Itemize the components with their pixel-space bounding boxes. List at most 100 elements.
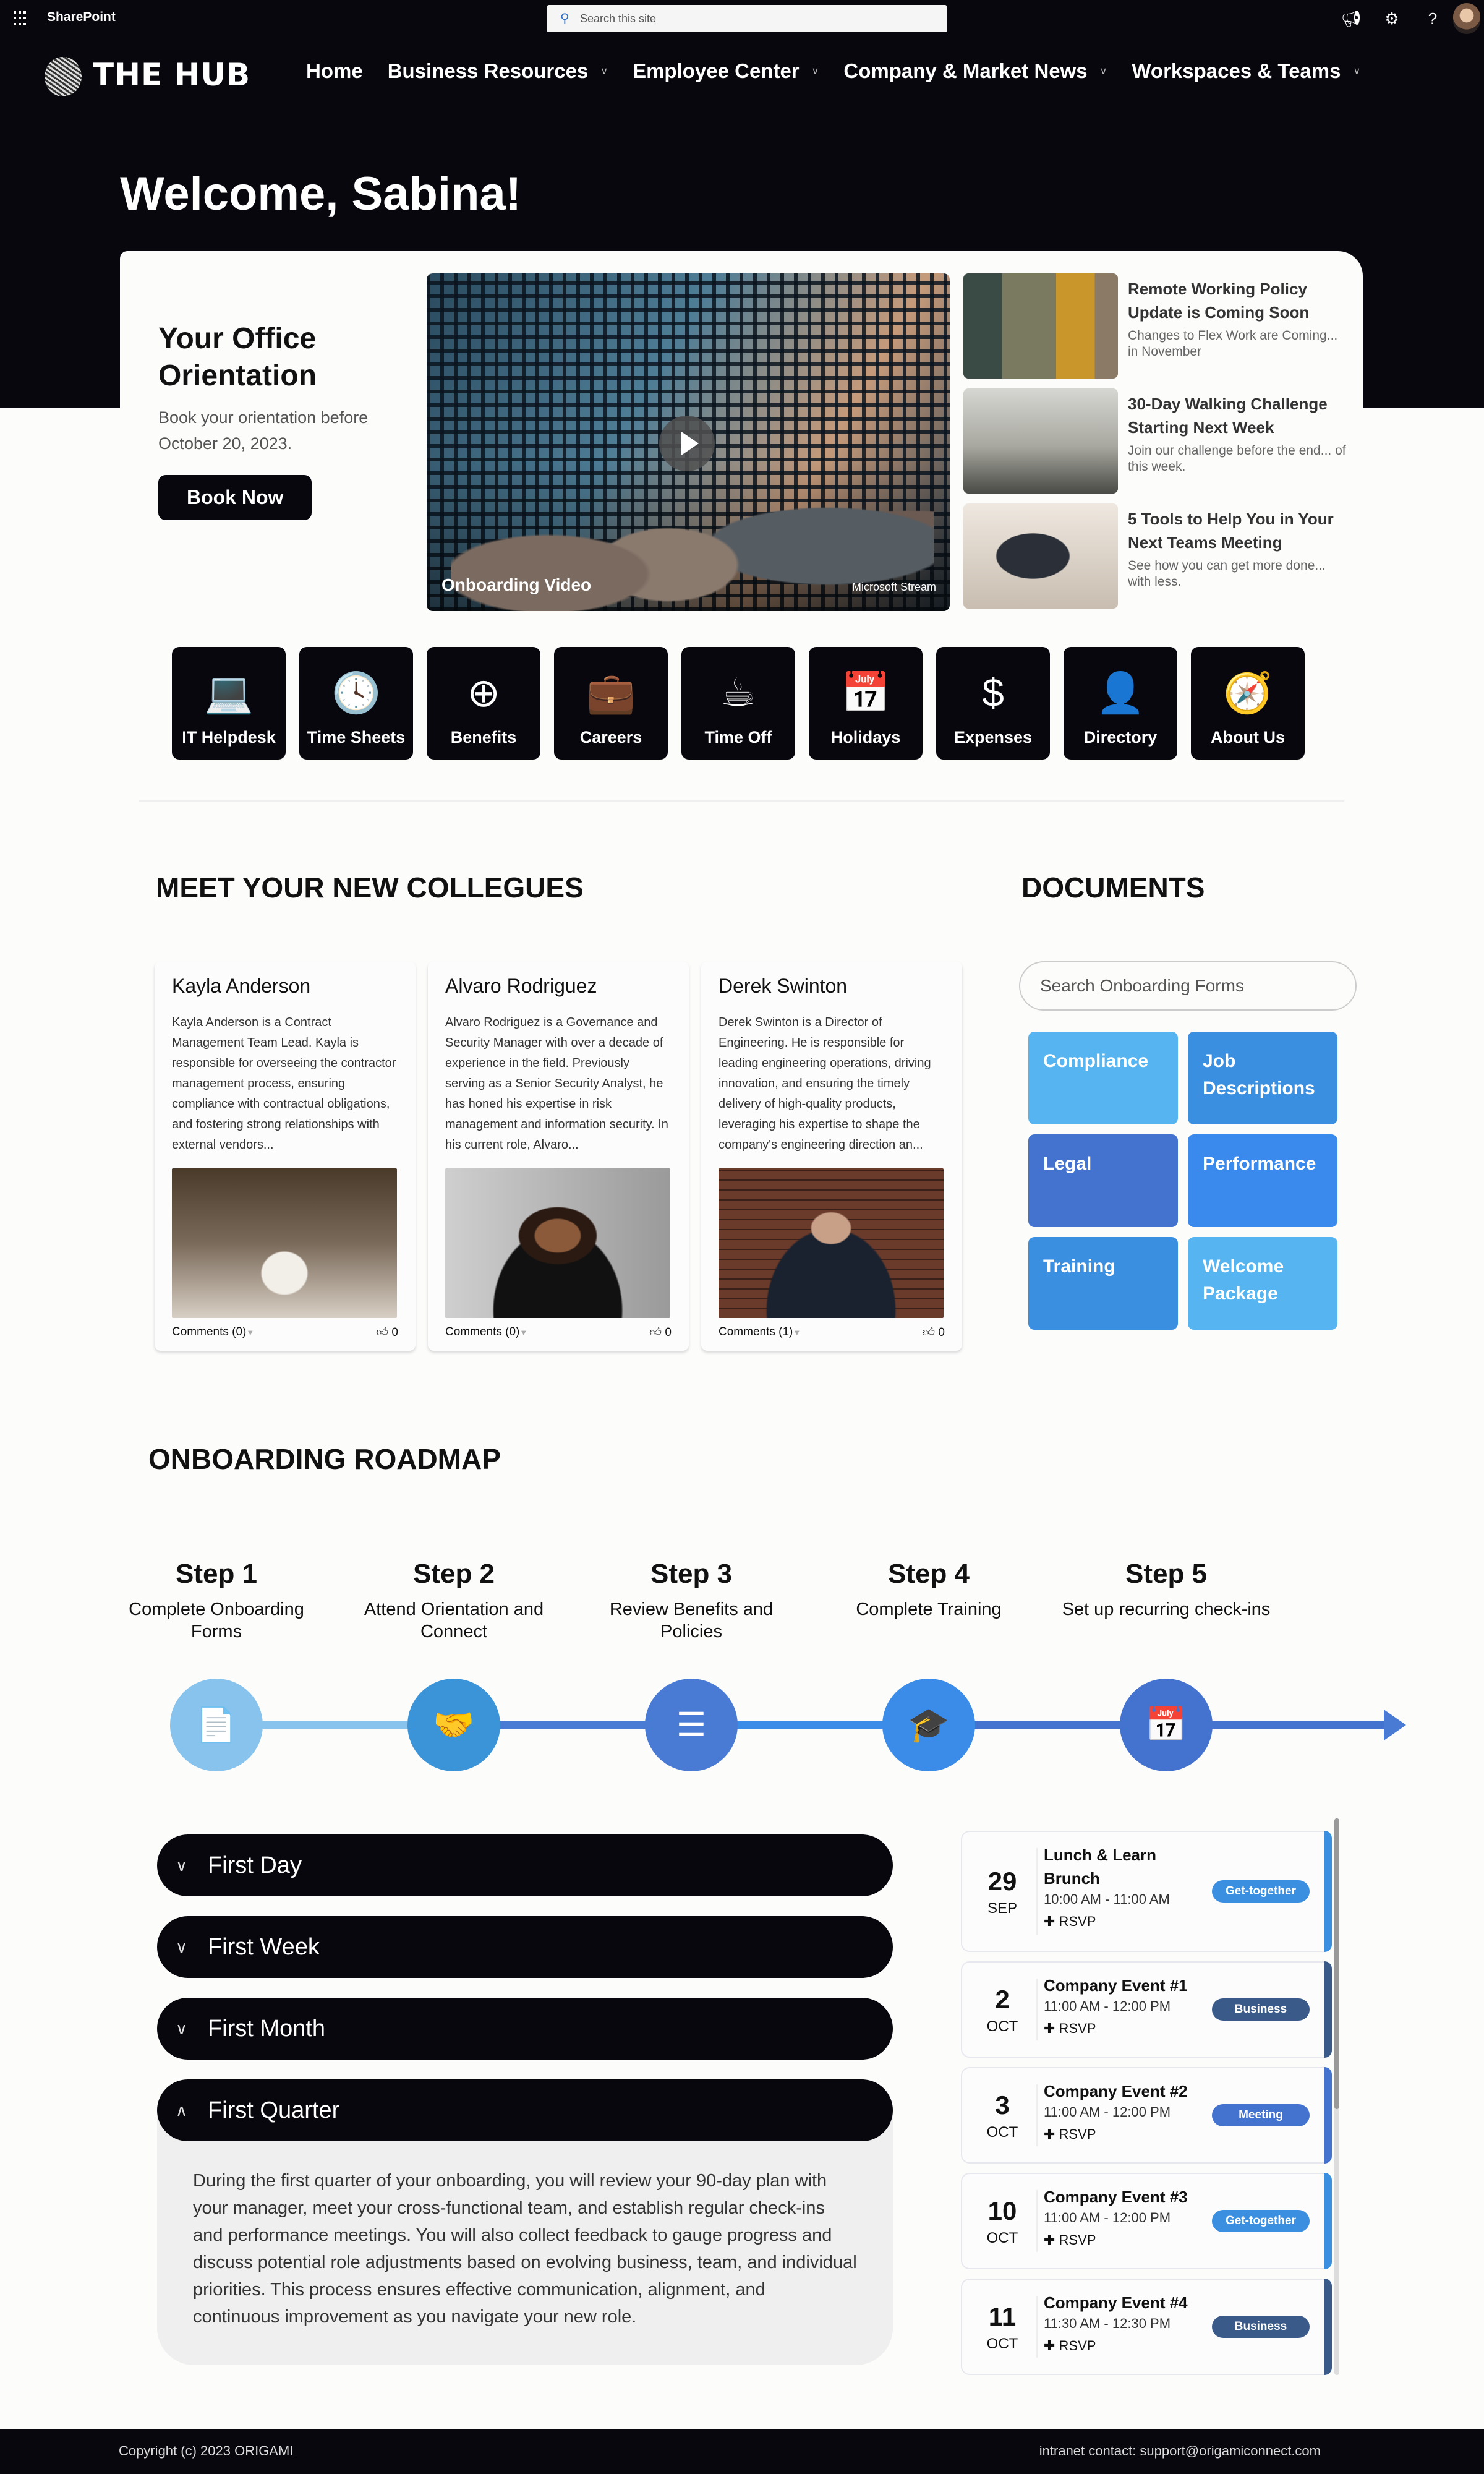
quick-link-careers[interactable]: 💼 Careers — [554, 647, 668, 760]
quick-link-expenses[interactable]: $ Expenses — [936, 647, 1050, 760]
event-date: 29 SEP — [968, 1832, 1036, 1951]
colleague-bio: Kayla Anderson is a Contract Management … — [172, 1016, 396, 1152]
news-title[interactable]: 30-Day Walking Challenge Starting Next W… — [1128, 392, 1347, 439]
hub-logo-icon[interactable] — [45, 57, 82, 96]
accordion-label: First Day — [208, 1852, 302, 1878]
nav-item-business-resources[interactable]: Business Resources ∨ — [388, 59, 608, 83]
plus-circle-icon: ⊕ — [467, 670, 500, 715]
event-card[interactable]: 3 OCT Company Event #2 11:00 AM - 12:00 PM ✚… — [961, 2067, 1332, 2164]
comments-toggle[interactable]: Comments (0)▼ — [445, 1325, 527, 1340]
megaphone-icon[interactable]: 📢︎ — [1331, 9, 1371, 28]
quick-link-time-off[interactable]: ☕ Time Off — [681, 647, 795, 760]
rsvp-button[interactable]: ✚ RSVP — [1044, 2021, 1205, 2037]
chevron-up-icon: ∧ — [176, 2100, 188, 2120]
event-title[interactable]: Company Event #2 — [1044, 2079, 1205, 2103]
hero-card: Your Office Orientation Book your orient… — [120, 251, 1363, 622]
event-card[interactable]: 29 SEP Lunch & Learn Brunch 10:00 AM - 11:0… — [961, 1831, 1332, 1952]
event-category-bar — [1324, 1831, 1332, 1952]
news-thumbnail[interactable] — [963, 388, 1118, 494]
nav-item-workspaces-teams[interactable]: Workspaces & Teams ∨ — [1132, 59, 1360, 83]
event-category-bar — [1324, 2067, 1332, 2164]
event-time: 11:00 AM - 12:00 PM — [1044, 2104, 1171, 2120]
comments-toggle[interactable]: Comments (1)▼ — [719, 1325, 801, 1340]
book-now-button[interactable]: Book Now — [158, 475, 312, 520]
quick-link-label: Careers — [579, 728, 642, 747]
document-tile-performance[interactable]: Performance — [1188, 1134, 1337, 1227]
chevron-down-icon[interactable]: ∨ — [1353, 65, 1360, 77]
like-button[interactable]: 👍︎ 0 — [376, 1325, 398, 1340]
chevron-down-icon[interactable]: ∨ — [600, 65, 608, 77]
news-thumbnail[interactable] — [963, 503, 1118, 609]
news-item[interactable]: Remote Working Policy Update is Coming S… — [963, 273, 1347, 388]
gear-icon[interactable]: ⚙ — [1371, 9, 1412, 28]
chevron-down-icon[interactable]: ∨ — [812, 65, 819, 77]
app-launcher-icon[interactable] — [14, 11, 28, 26]
plus-icon: ✚ — [1044, 2126, 1059, 2142]
quick-link-it-helpdesk[interactable]: 💻 IT Helpdesk — [172, 647, 286, 760]
news-thumbnail[interactable] — [963, 273, 1118, 379]
events-scrollbar-thumb[interactable] — [1334, 1818, 1339, 2109]
quick-link-time-sheets[interactable]: 🕓 Time Sheets — [299, 647, 413, 760]
video-title: Onboarding Video — [441, 575, 592, 594]
event-title[interactable]: Company Event #4 — [1044, 2291, 1205, 2314]
document-tile-training[interactable]: Training — [1028, 1237, 1178, 1330]
rsvp-button[interactable]: ✚ RSVP — [1044, 2232, 1205, 2248]
suite-bar: SharePoint ⚲ Search this site 📢︎ ⚙ ? — [0, 0, 1484, 37]
news-desc: Changes to Flex Work are Coming... in No… — [1128, 328, 1338, 359]
chevron-down-icon[interactable]: ∨ — [1100, 65, 1107, 77]
roadmap-step: Step 3 Review Benefits and Policies — [586, 1559, 796, 1643]
like-button[interactable]: 👍︎ 0 — [923, 1325, 945, 1340]
footer-contact[interactable]: intranet contact: support@origamiconnect… — [1039, 2443, 1321, 2459]
quick-link-about-us[interactable]: 🧭 About Us — [1191, 647, 1305, 760]
event-title[interactable]: Lunch & Learn Brunch — [1044, 1843, 1205, 1890]
event-day: 10 — [987, 2196, 1017, 2225]
app-name[interactable]: SharePoint — [47, 10, 116, 25]
video-source: Microsoft Stream — [851, 581, 936, 593]
roadmap-step: Step 1 Complete Onboarding Forms — [111, 1559, 322, 1643]
news-title[interactable]: 5 Tools to Help You in Your Next Teams M… — [1128, 507, 1347, 554]
events-scrollbar[interactable] — [1334, 1818, 1339, 2375]
rsvp-button[interactable]: ✚ RSVP — [1044, 1914, 1205, 1930]
news-item[interactable]: 30-Day Walking Challenge Starting Next W… — [963, 388, 1347, 503]
nav-item-company-market-news[interactable]: Company & Market News ∨ — [843, 59, 1107, 83]
accordion-first-quarter[interactable]: ∧ First Quarter — [157, 2079, 893, 2141]
clock-icon: 🕓 — [331, 670, 381, 715]
document-tile-welcome-package[interactable]: Welcome Package — [1188, 1237, 1337, 1330]
like-button[interactable]: 👍︎ 0 — [649, 1325, 672, 1340]
nav-item-employee-center[interactable]: Employee Center ∨ — [633, 59, 819, 83]
event-date: 11 OCT — [968, 2280, 1036, 2374]
nav-item-home[interactable]: Home — [306, 59, 363, 83]
like-count: 0 — [665, 1326, 672, 1339]
event-title[interactable]: Company Event #1 — [1044, 1974, 1205, 1997]
event-card[interactable]: 11 OCT Company Event #4 11:30 AM - 12:30 PM… — [961, 2279, 1332, 2375]
colleague-photo — [172, 1168, 397, 1318]
avatar[interactable] — [1453, 3, 1480, 34]
event-card[interactable]: 10 OCT Company Event #3 11:00 AM - 12:00 PM… — [961, 2173, 1332, 2269]
colleague-card[interactable]: Derek Swinton Derek Swinton is a Director… — [701, 961, 962, 1351]
colleague-card[interactable]: Alvaro Rodriguez Alvaro Rodriguez is a Go… — [428, 961, 689, 1351]
accordion-first-month[interactable]: ∨ First Month — [157, 1998, 893, 2060]
document-tile-job-descriptions[interactable]: Job Descriptions — [1188, 1032, 1337, 1124]
document-tile-legal[interactable]: Legal — [1028, 1134, 1178, 1227]
event-card[interactable]: 2 OCT Company Event #1 11:00 AM - 12:00 PM ✚… — [961, 1961, 1332, 2058]
help-icon[interactable]: ? — [1412, 9, 1453, 28]
news-item[interactable]: 5 Tools to Help You in Your Next Teams M… — [963, 503, 1347, 618]
document-tile-compliance[interactable]: Compliance — [1028, 1032, 1178, 1124]
accordion-first-day[interactable]: ∨ First Day — [157, 1834, 893, 1896]
site-search-input[interactable]: ⚲ Search this site — [547, 5, 947, 32]
event-time: 10:00 AM - 11:00 AM — [1044, 1891, 1170, 1907]
accordion-first-week[interactable]: ∨ First Week — [157, 1916, 893, 1978]
event-title[interactable]: Company Event #3 — [1044, 2185, 1205, 2209]
quick-link-benefits[interactable]: ⊕ Benefits — [427, 647, 540, 760]
play-icon[interactable] — [659, 416, 715, 471]
quick-link-holidays[interactable]: 📅 Holidays — [809, 647, 923, 760]
rsvp-button[interactable]: ✚ RSVP — [1044, 2126, 1205, 2142]
document-search-input[interactable]: Search Onboarding Forms — [1019, 961, 1357, 1011]
news-title[interactable]: Remote Working Policy Update is Coming S… — [1128, 277, 1347, 324]
hub-logo-text[interactable]: THE HUB — [93, 57, 250, 93]
rsvp-button[interactable]: ✚ RSVP — [1044, 2338, 1205, 2354]
quick-link-directory[interactable]: 👤 Directory — [1064, 647, 1177, 760]
comments-toggle[interactable]: Comments (0)▼ — [172, 1325, 254, 1340]
onboarding-video[interactable]: Onboarding Video Microsoft Stream — [427, 273, 950, 611]
colleague-card[interactable]: Kayla Anderson Kayla Anderson is a Contra… — [155, 961, 416, 1351]
